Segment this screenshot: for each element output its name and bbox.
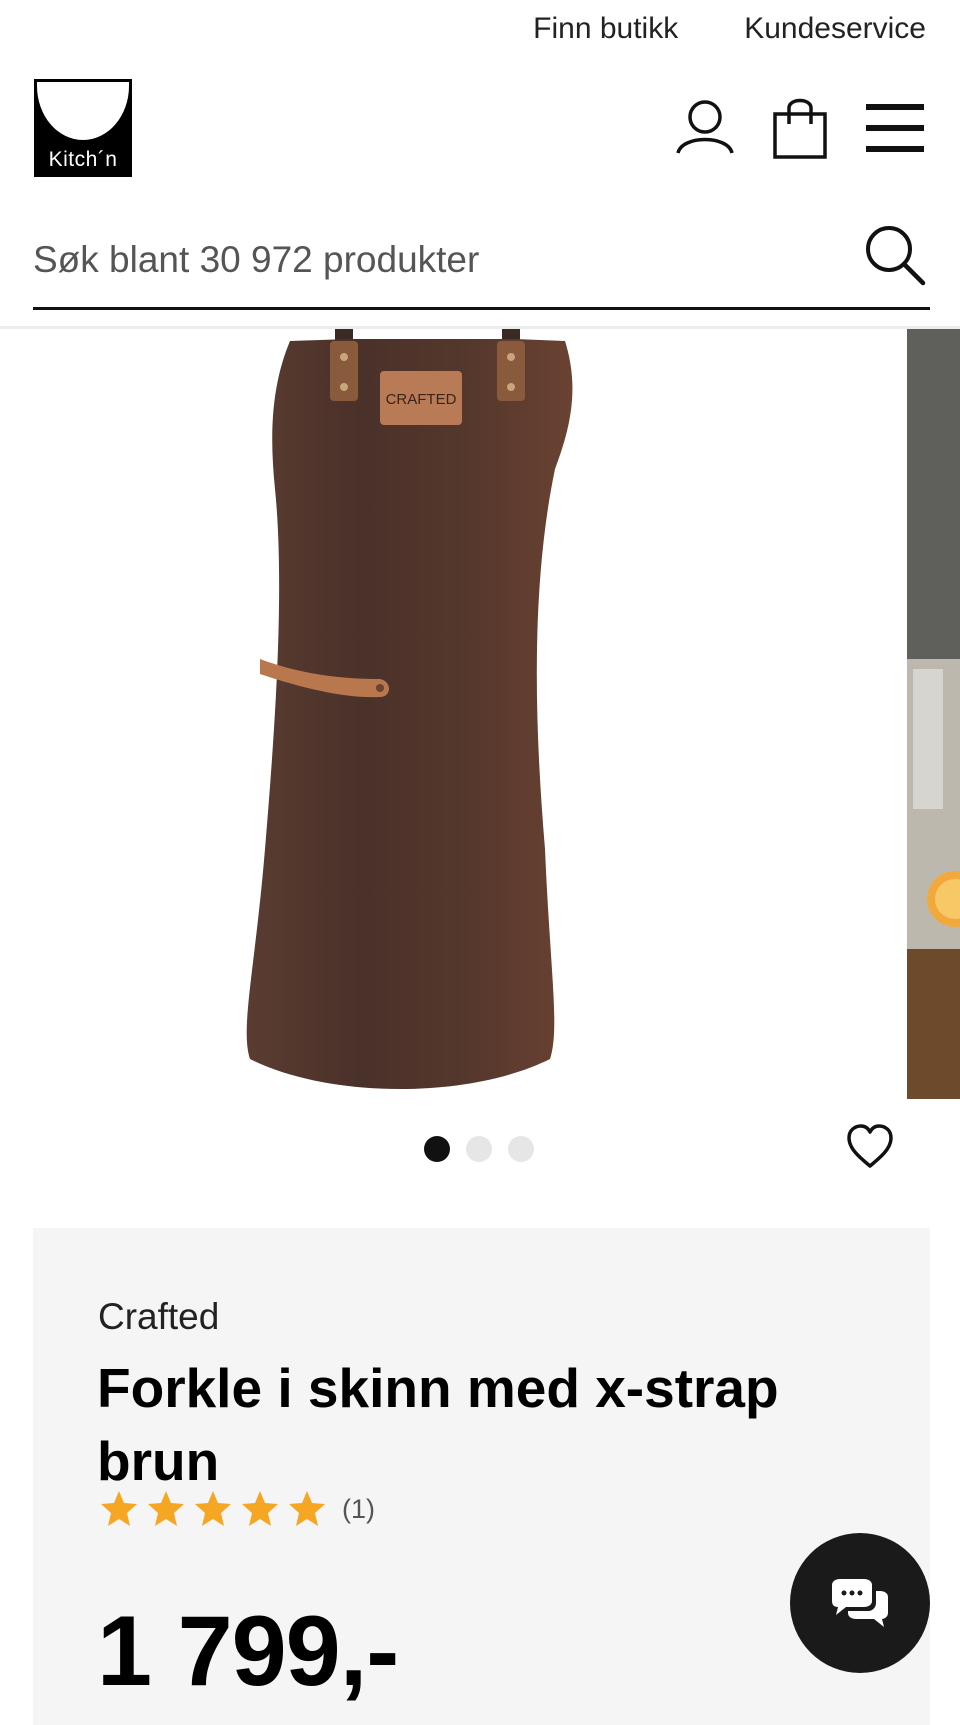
header-actions	[674, 96, 926, 160]
gallery-dot-3[interactable]	[508, 1136, 534, 1162]
logo-text: Kitch´n	[48, 148, 118, 171]
find-store-link[interactable]: Finn butikk	[533, 12, 678, 46]
heart-icon[interactable]	[845, 1124, 895, 1170]
gallery-dot-1[interactable]	[424, 1136, 450, 1162]
product-rating[interactable]: (1)	[99, 1490, 375, 1528]
review-count[interactable]: (1)	[342, 1494, 375, 1525]
gallery-pagination	[424, 1136, 534, 1162]
leather-apron-image[interactable]: CRAFTED	[230, 329, 640, 1099]
star-icon	[289, 1491, 325, 1526]
top-links: Finn butikk Kundeservice	[533, 12, 926, 46]
chat-bubbles-icon	[832, 1579, 888, 1627]
kitchen-lifestyle-image[interactable]	[907, 329, 960, 1099]
star-icon	[148, 1491, 184, 1526]
product-info-card: Crafted Forkle i skinn med x-strap brun …	[33, 1228, 930, 1725]
logo-bowl-shape	[37, 82, 129, 140]
user-icon[interactable]	[674, 97, 736, 159]
star-icon	[242, 1491, 278, 1526]
product-title: Forkle i skinn med x-strap brun	[97, 1357, 779, 1492]
gallery-dot-2[interactable]	[466, 1136, 492, 1162]
customer-service-link[interactable]: Kundeservice	[744, 12, 926, 46]
apron-patch-text: CRAFTED	[386, 391, 457, 408]
product-brand[interactable]: Crafted	[98, 1296, 219, 1338]
search-icon[interactable]	[862, 222, 928, 288]
menu-icon[interactable]	[864, 100, 926, 156]
product-price: 1 799,-	[97, 1595, 399, 1706]
product-gallery[interactable]: CRAFTED	[0, 329, 960, 1099]
star-icon	[101, 1491, 137, 1526]
chat-button[interactable]	[790, 1533, 930, 1673]
search-bar	[33, 212, 930, 310]
star-icon	[195, 1491, 231, 1526]
logo[interactable]: Kitch´n	[34, 79, 132, 177]
search-input[interactable]	[33, 230, 853, 290]
shopping-bag-icon[interactable]	[772, 96, 828, 160]
